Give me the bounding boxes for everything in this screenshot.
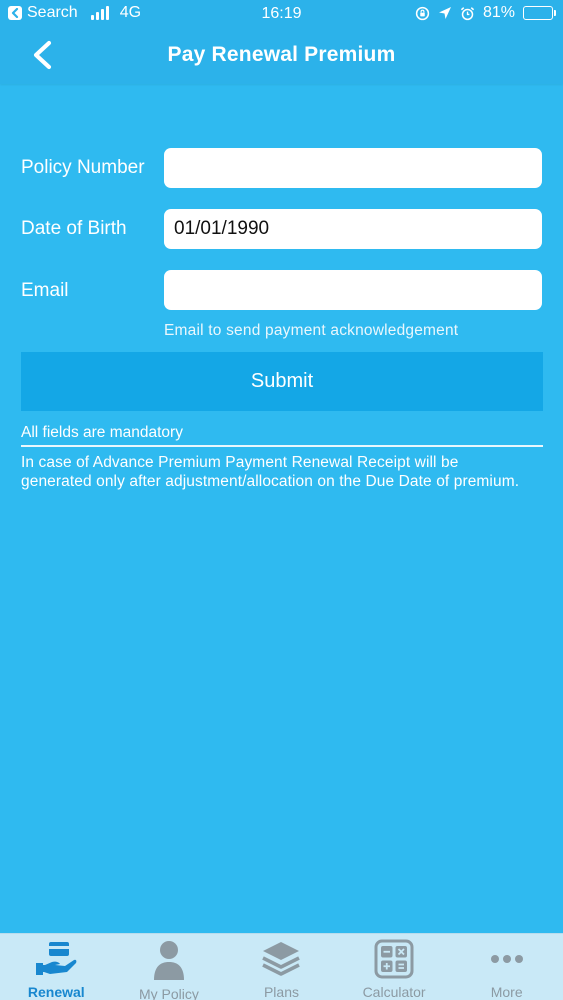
orientation-lock-icon	[415, 6, 430, 20]
email-hint: Email to send payment acknowledgement	[164, 322, 459, 339]
nav-bar: Pay Renewal Premium	[0, 28, 563, 84]
tab-renewal[interactable]: Renewal	[0, 934, 113, 1000]
renewal-hand-card-icon	[36, 942, 77, 975]
tab-my-policy[interactable]: My Policy	[113, 934, 226, 1000]
tab-renewal-label: Renewal	[27, 984, 85, 1000]
status-bar: Search 4G 16:19 81%	[0, 0, 563, 28]
tab-plans-label: Plans	[263, 984, 299, 1000]
tab-my-policy-label: My Policy	[138, 986, 199, 1000]
location-arrow-icon	[438, 7, 451, 19]
dob-input[interactable]	[164, 209, 542, 249]
status-right: 81%	[415, 4, 556, 22]
layers-icon	[262, 942, 301, 976]
tab-bar: Renewal My Policy Plans Calculator More	[0, 933, 563, 1000]
calculator-icon	[374, 939, 414, 979]
battery-percent: 81%	[482, 4, 515, 21]
mandatory-note: All fields are mandatory	[21, 424, 183, 441]
submit-button[interactable]: Submit	[21, 352, 543, 411]
advance-premium-note: In case of Advance Premium Payment Renew…	[21, 454, 520, 490]
tab-more-label: More	[490, 984, 523, 1000]
policy-number-label: Policy Number	[21, 157, 145, 178]
tab-calculator-label: Calculator	[362, 984, 426, 1000]
tab-plans[interactable]: Plans	[225, 934, 338, 1000]
tab-calculator[interactable]: Calculator	[338, 934, 451, 1000]
divider	[21, 445, 543, 447]
person-icon	[153, 941, 184, 980]
tab-more[interactable]: More	[450, 934, 563, 1000]
dob-label: Date of Birth	[21, 218, 127, 239]
more-dots-icon	[490, 955, 523, 963]
page-title: Pay Renewal Premium	[167, 43, 396, 66]
email-label: Email	[21, 280, 69, 301]
alarm-icon	[460, 6, 475, 20]
email-input[interactable]	[164, 270, 542, 310]
battery-icon	[523, 6, 556, 20]
policy-number-input[interactable]	[164, 148, 542, 188]
